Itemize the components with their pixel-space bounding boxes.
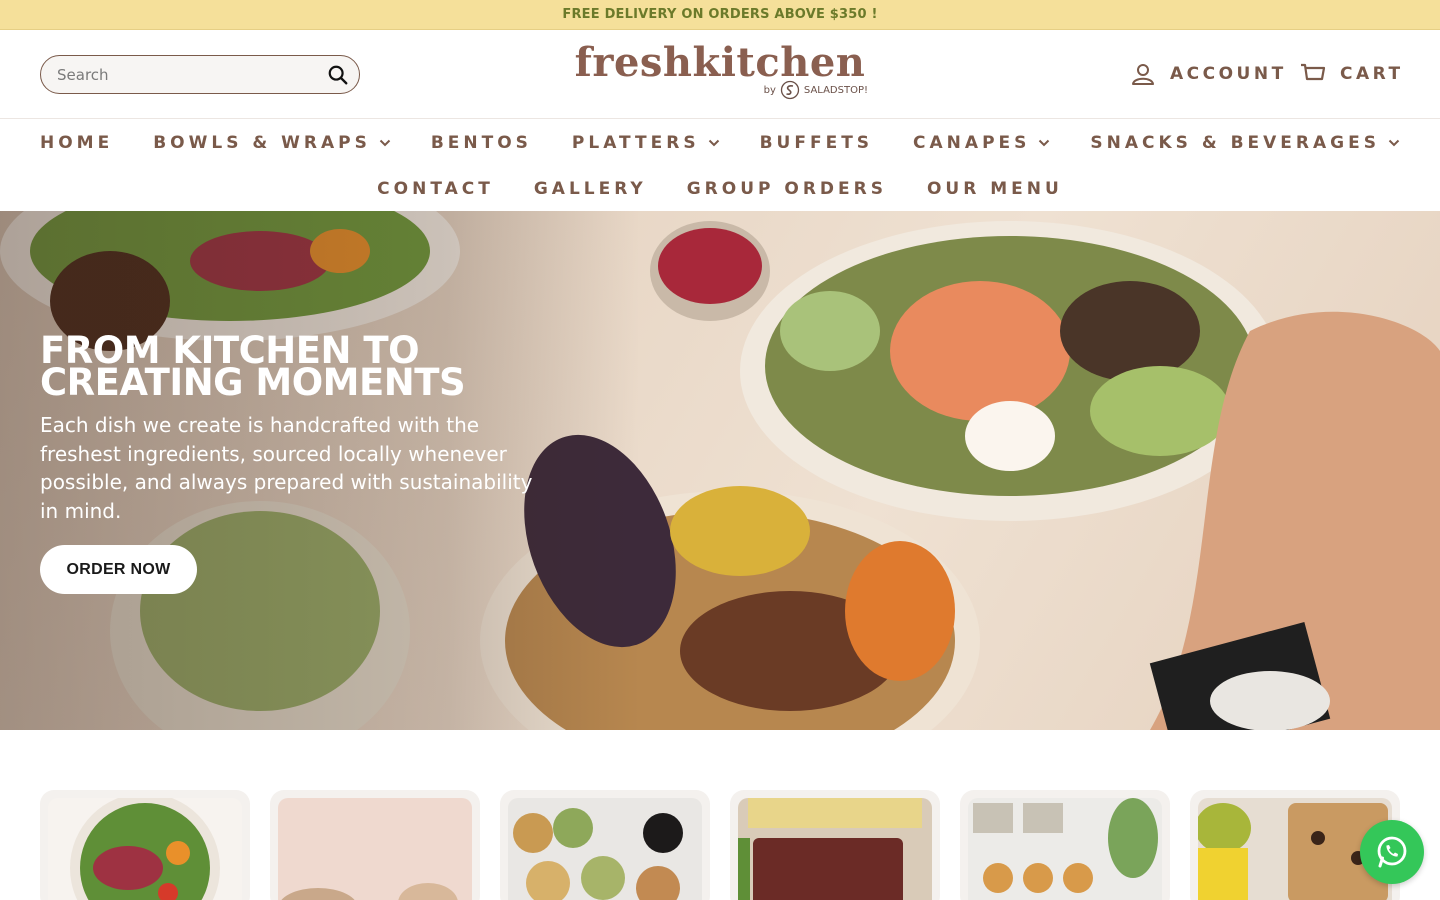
nav-item-label: OUR MENU — [926, 179, 1063, 199]
nav-item-buffets[interactable]: BUFFETS — [740, 131, 893, 155]
category-card-image — [508, 798, 702, 900]
nav-item-group-orders[interactable]: GROUP ORDERS — [667, 177, 907, 201]
nav-row-2: CONTACT GALLERY GROUP ORDERS OUR MENU — [0, 177, 1440, 201]
nav-item-home[interactable]: HOME — [20, 131, 133, 155]
logo-byline: by SALADSTOP! — [764, 80, 868, 100]
nav-item-gallery[interactable]: GALLERY — [514, 177, 667, 201]
category-card-image — [48, 798, 242, 900]
announcement-bar: FREE DELIVERY ON ORDERS ABOVE $350 ! — [0, 0, 1440, 30]
nav-item-label: SNACKS & BEVERAGES — [1090, 133, 1380, 153]
nav-item-label: PLATTERS — [571, 133, 700, 153]
cart-icon — [1301, 63, 1326, 81]
order-now-button[interactable]: ORDER NOW — [40, 545, 197, 594]
logo-by-text: by — [763, 84, 776, 96]
hero-title-line2: CREATING MOMENTS — [40, 361, 466, 404]
whatsapp-icon — [1377, 836, 1407, 868]
saladstop-logo-icon — [780, 80, 800, 100]
hero-description: Each dish we create is handcrafted with … — [40, 413, 533, 523]
nav-item-label: BENTOS — [430, 133, 532, 153]
search-input[interactable] — [41, 56, 311, 93]
category-cards — [0, 790, 1440, 900]
nav-item-label: GALLERY — [533, 179, 647, 199]
chevron-down-icon — [1388, 139, 1400, 147]
main-navigation: HOME BOWLS & WRAPS BENTOS PLATTERS BUFFETS CA… — [0, 119, 1440, 211]
nav-item-bentos[interactable]: BENTOS — [411, 131, 552, 155]
category-card[interactable] — [270, 790, 480, 900]
category-card[interactable] — [500, 790, 710, 900]
hero-title: FROM KITCHEN TO CREATING MOMENTS — [40, 332, 600, 401]
cart-label: CART — [1340, 64, 1404, 84]
whatsapp-chat-button[interactable] — [1360, 820, 1424, 884]
nav-item-label: BUFFETS — [759, 133, 874, 153]
chevron-down-icon — [1039, 139, 1050, 147]
nav-item-label: HOME — [40, 133, 114, 153]
account-link[interactable]: ACCOUNT — [1130, 62, 1287, 86]
search-icon[interactable] — [327, 64, 349, 86]
category-card[interactable] — [730, 790, 940, 900]
chevron-down-icon — [708, 139, 719, 147]
nav-item-our-menu[interactable]: OUR MENU — [907, 177, 1083, 201]
search-box[interactable] — [40, 55, 360, 94]
nav-item-label: CANAPES — [913, 133, 1031, 153]
nav-row-1: HOME BOWLS & WRAPS BENTOS PLATTERS BUFFETS CA… — [0, 131, 1440, 155]
nav-item-label: GROUP ORDERS — [686, 179, 887, 199]
nav-item-label: BOWLS & WRAPS — [153, 133, 371, 153]
category-card-image — [738, 798, 932, 900]
user-icon — [1132, 64, 1154, 85]
nav-item-contact[interactable]: CONTACT — [357, 177, 514, 201]
category-card-image — [278, 798, 472, 900]
nav-item-bowls-and-wraps[interactable]: BOWLS & WRAPS — [133, 131, 411, 155]
logo-partner-text: SALADSTOP! — [803, 84, 868, 96]
category-card[interactable] — [960, 790, 1170, 900]
site-header: freshkitchen by SALADSTOP! ACCOUNT CART — [0, 30, 1440, 119]
chevron-down-icon — [379, 139, 391, 147]
account-label: ACCOUNT — [1170, 64, 1287, 84]
nav-item-canapes[interactable]: CANAPES — [893, 131, 1070, 155]
nav-item-label: CONTACT — [377, 179, 494, 199]
nav-item-snacks-and-beverages[interactable]: SNACKS & BEVERAGES — [1070, 131, 1420, 155]
category-card-image — [968, 798, 1162, 900]
site-logo[interactable]: freshkitchen by SALADSTOP! — [570, 40, 870, 106]
category-card[interactable] — [40, 790, 250, 900]
cart-link[interactable]: CART — [1300, 62, 1404, 86]
announcement-text: FREE DELIVERY ON ORDERS ABOVE $350 ! — [562, 7, 878, 22]
nav-item-platters[interactable]: PLATTERS — [552, 131, 740, 155]
hero-banner: FROM KITCHEN TO CREATING MOMENTS Each di… — [0, 211, 1440, 730]
